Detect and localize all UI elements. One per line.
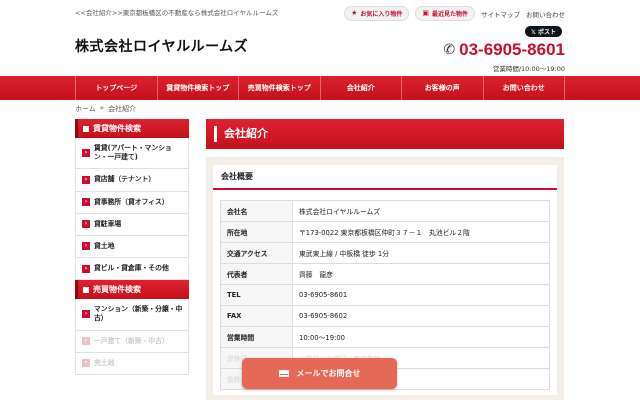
nav-contact[interactable]: お問い合わせ xyxy=(482,76,565,100)
sidebar-rent-heading: 賃貸物件検索 xyxy=(75,119,189,138)
square-bullet-icon xyxy=(83,286,89,293)
arrow-right-icon: › xyxy=(82,310,90,319)
square-bullet-icon xyxy=(83,125,89,132)
sidebar-item-label: 貸駐車場 xyxy=(94,219,122,228)
arrow-right-icon: › xyxy=(82,175,90,184)
table-row: TEL 03-6905-8601 xyxy=(220,284,550,306)
arrow-right-icon: › xyxy=(82,220,90,229)
breadcrumb: ホーム » 会社紹介 xyxy=(75,104,136,114)
table-row: 所在地 〒173-0022 東京都板橋区仲町３７－１ 丸池ビル２階 xyxy=(220,221,550,243)
breadcrumb-separator: » xyxy=(99,104,105,112)
row-key: 代表者 xyxy=(220,263,293,285)
sidebar-item-label: 貸土地 xyxy=(94,241,115,250)
x-post-label: ポスト xyxy=(537,29,556,36)
row-value: 〒173-0022 東京都板橋区仲町３７－１ 丸池ビル２階 xyxy=(292,221,550,243)
sidebar-item-label: 貸店舗（テナント） xyxy=(94,175,156,184)
sidebar-item-rent-shop[interactable]: › 貸店舗（テナント） xyxy=(75,169,189,192)
nav-rent-search[interactable]: 賃貸物件検索トップ xyxy=(156,76,239,100)
history-icon: ▣ xyxy=(422,9,429,17)
arrow-right-icon: › xyxy=(82,337,90,346)
mail-contact-label: メールでお問合せ xyxy=(296,369,361,378)
x-post-button[interactable]: 𝕏 ポスト xyxy=(525,26,562,37)
sidebar-sale-heading: 売買物件検索 xyxy=(75,280,189,300)
nav-top[interactable]: トップページ xyxy=(75,76,157,100)
row-value: 東武東上線 / 中板橋 徒歩 1分 xyxy=(292,242,550,264)
row-key: TEL xyxy=(220,284,293,306)
row-value: 齊藤 龍彦 xyxy=(292,263,550,285)
sidebar-item-rent-office[interactable]: › 貸事務所（貸オフィス） xyxy=(75,191,189,214)
site-logo[interactable]: 株式会社ロイヤルルームズ xyxy=(75,36,248,56)
sidebar-item-sale-land[interactable]: › 売土地 xyxy=(75,352,189,375)
sidebar-item-label: マンション（新築・分譲・中古） xyxy=(94,305,183,323)
arrow-right-icon: › xyxy=(82,359,90,368)
table-row: 会社名 株式会社ロイヤルルームズ xyxy=(220,200,550,222)
contact-link[interactable]: お問い合わせ xyxy=(526,9,565,19)
sidebar-item-label: 賃貸(アパート・マンション・一戸建て) xyxy=(94,144,172,162)
arrow-right-icon: › xyxy=(82,149,90,158)
phone-icon: ✆ xyxy=(443,42,456,58)
sidebar-item-sale-mansion[interactable]: › マンション（新築・分譲・中古） xyxy=(75,299,189,331)
phone-number-text: 03-6905-8601 xyxy=(459,40,565,59)
global-nav: トップページ 賃貸物件検索トップ 売買物件検索トップ 会社紹介 お客様の声 お問… xyxy=(0,76,640,100)
row-value: 03-6905-8602 xyxy=(292,305,550,327)
business-hours: 営業時間/10:00～19:00 xyxy=(492,65,565,73)
row-key: 所在地 xyxy=(220,221,293,243)
sidebar-item-sale-house[interactable]: › 一戸建て（新築・中古） xyxy=(75,330,189,353)
row-value: 03-6905-8601 xyxy=(292,284,550,306)
breadcrumb-current: 会社紹介 xyxy=(108,105,137,113)
mail-contact-button[interactable]: メールでお問合せ xyxy=(242,358,397,389)
row-value: 10:00～19:00 xyxy=(292,326,550,348)
section-title: 会社概要 xyxy=(213,165,557,190)
nav-voices[interactable]: お客様の声 xyxy=(401,76,483,100)
row-key: 営業時間 xyxy=(220,326,293,348)
sidebar: 賃貸物件検索 › 賃貸(アパート・マンション・一戸建て) › 貸店舗（テナント） ›… xyxy=(75,119,189,375)
arrow-right-icon: › xyxy=(82,198,90,207)
sidebar-item-rent-land[interactable]: › 貸土地 xyxy=(75,235,189,259)
sitemap-link[interactable]: サイトマップ xyxy=(481,9,520,19)
arrow-right-icon: › xyxy=(82,264,90,273)
sidebar-item-rent-building[interactable]: › 貸ビル・貸倉庫・その他 xyxy=(75,258,189,281)
arrow-right-icon: › xyxy=(82,242,90,251)
sidebar-item-rent-residential[interactable]: › 賃貸(アパート・マンション・一戸建て) xyxy=(75,138,189,170)
nav-sale-search[interactable]: 売買物件検索トップ xyxy=(238,76,320,100)
breadcrumb-home[interactable]: ホーム xyxy=(75,104,96,114)
favorites-button[interactable]: ★ お気に入り物件 xyxy=(344,6,410,21)
row-key: 会社名 xyxy=(220,200,293,222)
table-row: FAX 03-6905-8602 xyxy=(220,305,550,327)
table-row: 交通アクセス 東武東上線 / 中板橋 徒歩 1分 xyxy=(220,242,550,264)
row-key: 交通アクセス xyxy=(220,242,293,264)
recent-viewed-button[interactable]: ▣ 最近見た物件 xyxy=(415,6,475,21)
sidebar-item-label: 貸事務所（貸オフィス） xyxy=(94,197,169,206)
page-title: 会社紹介 xyxy=(206,119,564,149)
sidebar-item-label: 貸ビル・貸倉庫・その他 xyxy=(94,264,169,273)
table-row: 代表者 齊藤 龍彦 xyxy=(220,263,550,285)
nav-company[interactable]: 会社紹介 xyxy=(319,76,402,100)
sidebar-item-rent-parking[interactable]: › 貸駐車場 xyxy=(75,213,189,236)
row-value: 株式会社ロイヤルルームズ xyxy=(292,200,550,222)
star-icon: ★ xyxy=(351,9,358,17)
sidebar-item-label: 売土地 xyxy=(94,358,115,367)
envelope-icon xyxy=(278,370,289,377)
recent-label: 最近見た物件 xyxy=(431,11,468,18)
sidebar-sale-heading-label: 売買物件検索 xyxy=(93,285,141,295)
table-row: 営業時間 10:00～19:00 xyxy=(220,326,550,348)
header-tagline: <<会社紹介>>東京都板橋区の不動産なら株式会社ロイヤルルームズ xyxy=(75,9,279,17)
x-logo-icon: 𝕏 xyxy=(531,29,538,36)
sidebar-rent-heading-label: 賃貸物件検索 xyxy=(93,124,141,133)
row-key: FAX xyxy=(220,305,293,327)
header-links: ★ お気に入り物件 ▣ 最近見た物件 サイトマップ お問い合わせ xyxy=(344,6,565,21)
phone-number: ✆ 03-6905-8601 xyxy=(443,40,565,60)
sidebar-item-label: 一戸建て（新築・中古） xyxy=(94,336,169,345)
favorites-label: お気に入り物件 xyxy=(360,11,403,18)
